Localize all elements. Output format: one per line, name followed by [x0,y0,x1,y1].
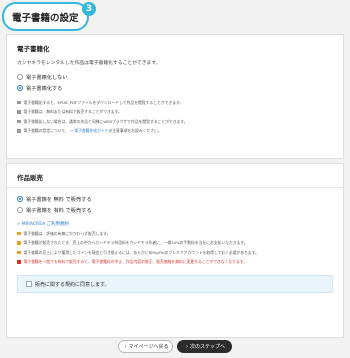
radio-label: 電子書籍化しない [26,74,68,81]
note-item: 電子書籍化すると、EPUB, PDFファイルをダウンロードして作品を閲覧すること… [17,100,343,106]
ebook-panel: 電子書籍化 カシヤキラをレンタルした作品は電子書籍化することができます。 電子書… [6,34,344,159]
note-text: 電子書籍の売上により獲得したコインを現金と引き換えるには、あらかじめPayPal… [23,249,259,255]
warning-text: 電子書籍を一度でも有料で販売すると、電子書籍化の中止、作品内容の修正、販売価格を… [23,259,247,264]
radio-sell-free[interactable]: 電子書籍を 無料 で販売する [17,195,343,203]
radio-ebook-off[interactable]: 電子書籍化しない [17,73,343,81]
radio-label: 電子書籍を 無料 で販売する [26,196,92,203]
sales-section-title: 作品販売 [7,172,343,188]
radio-button[interactable] [17,207,23,213]
back-to-mypage-button[interactable]: ‹ マイページへ戻る [118,340,173,353]
step-number-badge: 3 [82,2,96,16]
bullet-icon [17,129,21,133]
radio-sell-paid[interactable]: 電子書籍を 有料 で販売する [17,206,343,214]
next-step-button[interactable]: › 次のステップへ [177,340,232,353]
ebook-section-title: 電子書籍化 [17,45,50,53]
radio-button-checked[interactable] [17,85,23,91]
note-text: 電子書籍化しない場合は、通常の作品と同様にWEBブラウザで作品を閲覧することがで… [23,118,188,124]
agree-terms-checkbox-row[interactable]: 販売に関する規約に同意します。 [17,275,333,293]
note-item-guide: 電子書籍の設定について、 » 電子書籍作成ガイド の注意事項をお読みください。 [17,128,343,134]
bullet-icon [17,100,21,105]
back-button-label: マイページへ戻る [128,344,169,350]
chevron-right-icon: › [186,343,188,350]
note-text: 電子書籍は、無料または有料で販売することができます。 [23,109,122,114]
sales-panel: 作品販売 電子書籍を 無料 で販売する 電子書籍を 有料 で販売する » MIR… [6,163,344,338]
radio-label: 電子書籍を 有料 で販売する [26,207,92,214]
note-item: 電子書籍は、評価の有無にかかわらず販売します。 [17,231,343,237]
bullet-icon [17,250,21,255]
warning-bullet-icon [17,260,21,264]
note-text: の注意事項をお読みください。 [108,128,162,133]
radio-button-checked[interactable] [17,196,23,202]
radio-label: 電子書籍化する [26,85,63,92]
guide-link-label[interactable]: 電子書籍作成ガイド [74,128,108,133]
terms-link-label[interactable]: MIRACREA ご利用規約 [22,221,69,227]
note-item: 電子書籍は、無料または有料で販売することができます。 [17,109,343,115]
bullet-icon [17,110,21,114]
note-text: 電子書籍化すると、EPUB, PDFファイルをダウンロードして作品を閲覧すること… [23,99,184,105]
warning-note: 電子書籍を一度でも有料で販売すると、電子書籍化の中止、作品内容の修正、販売価格を… [17,259,343,265]
footer-buttons: ‹ マイページへ戻る › 次のステップへ [0,340,350,353]
note-item: 電子書籍化しない場合は、通常の作品と同様にWEBブラウザで作品を閲覧することがで… [17,119,343,125]
bullet-icon [17,241,21,245]
terms-link[interactable]: » MIRACREA ご利用規約 [17,221,343,228]
radio-button[interactable] [17,74,23,80]
radio-ebook-on[interactable]: 電子書籍化する [17,84,343,92]
note-text: 電子書籍は、評価の有無にかかわらず販売します。 [23,230,111,236]
page-header: 電子書籍の設定 3 [2,2,96,31]
agree-label: 販売に関する規約に同意します。 [35,281,110,288]
note-item: 電子書籍が販売されたとき、売上の中からカシヤキラ利用料をカシヤキラ作者に、一律2… [17,240,343,246]
next-button-label: 次のステップへ [190,344,226,350]
agree-checkbox[interactable] [26,281,32,287]
page-title-text: 電子書籍の設定 [12,13,79,24]
note-item: 電子書籍の売上により獲得したコインを現金と引き換えるには、あらかじめPayPal… [17,250,343,256]
bullet-icon [17,119,21,124]
bullet-icon [17,231,21,236]
ebook-description: カシヤキラをレンタルした作品は電子書籍化することができます。 [17,61,161,66]
arrow-right-icon: » [17,221,20,227]
chevron-left-icon: ‹ [124,343,127,350]
guide-link[interactable]: » 電子書籍作成ガイド [71,128,109,134]
page-title: 電子書籍の設定 [2,2,89,31]
note-text: 電子書籍の設定について、 [23,128,69,133]
note-text: 電子書籍が販売されたとき、売上の中からカシヤキラ利用料をカシヤキラ作者に、一律2… [23,240,248,245]
